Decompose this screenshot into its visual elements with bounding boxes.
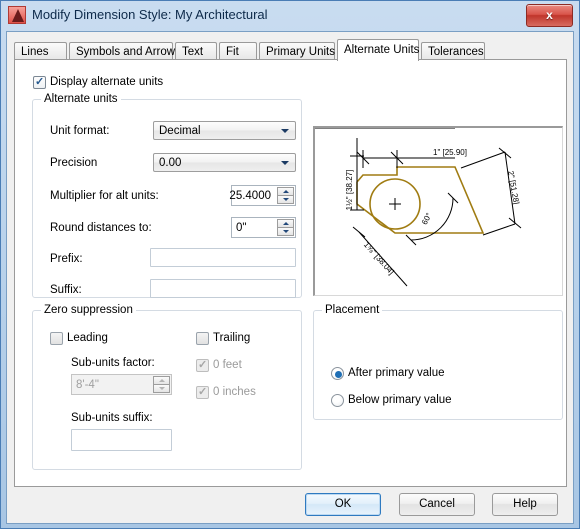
checkbox-label: 0 feet [213,359,242,371]
checkbox-label: Display alternate units [50,76,164,88]
tab-symbols-and-arrows[interactable]: Symbols and Arrows [69,42,181,60]
tab-label: Tolerances [428,46,484,58]
close-button[interactable]: x [526,4,573,27]
multiplier-spinner[interactable]: 25.4000 [229,185,296,206]
unit-format-combo[interactable]: Decimal [153,121,296,140]
dialog-window: Modify Dimension Style: My Architectural… [0,0,580,529]
multiplier-label: Multiplier for alt units: [50,190,159,202]
checkbox-box [50,332,63,345]
spinner-down-icon[interactable] [277,227,294,236]
preview-dim-bottom-left: 1⅝" [38.04] [362,240,396,276]
tab-label: Symbols and Arrows [76,46,181,58]
sub-units-suffix-input[interactable] [71,429,172,451]
ok-button[interactable]: OK [305,493,381,516]
preview-center-mark [389,198,401,210]
checkbox-label: Trailing [213,332,251,344]
prefix-input[interactable] [150,248,296,267]
round-distances-label: Round distances to: [50,222,152,234]
chevron-down-icon [281,129,289,133]
preview-dim-left: 1½" [38.27] [345,170,354,211]
precision-label: Precision [50,157,98,169]
spinner-down-icon [153,384,170,393]
dimension-style-preview: 1½" [38.27] 1" [25.90] 2" [51.28] 1⅝" [3… [313,126,563,296]
radio-label: Below primary value [348,394,452,406]
round-distances-spinner[interactable]: 0" [231,217,296,238]
sub-units-factor-spinner: 8'-4" [71,374,172,395]
zero-suppression-group: Zero suppression Leading Trailing ✓ 0 fe… [32,304,302,470]
multiplier-value: 25.4000 [229,190,271,202]
preview-drawing: 1½" [38.27] 1" [25.90] 2" [51.28] 1⅝" [3… [315,128,522,287]
radio-dot [331,367,344,380]
group-legend: Alternate units [41,93,121,105]
alternate-units-group: Alternate units Unit format: Decimal Pre… [32,93,302,298]
spinner-buttons [277,219,294,236]
precision-combo[interactable]: 0.00 [153,153,296,172]
unit-format-value: Decimal [159,125,201,137]
window-title: Modify Dimension Style: My Architectural [32,7,268,22]
check-icon: ✓ [35,76,45,88]
sub-units-factor-value: 8'-4" [76,379,99,391]
checkbox-label: 0 inches [213,386,256,398]
preview-dim-top: 1" [25.90] [433,148,467,157]
cancel-button[interactable]: Cancel [399,493,475,516]
tab-alternate-units[interactable]: Alternate Units [337,39,419,61]
sub-units-factor-label: Sub-units factor: [71,357,155,369]
round-distances-value: 0" [236,222,247,234]
tab-label: Fit [226,46,239,58]
close-icon: x [546,8,553,22]
placement-group: Placement After primary value Below prim… [313,304,563,420]
suffix-input[interactable] [150,279,296,298]
checkbox-box [196,332,209,345]
spinner-down-icon[interactable] [277,195,294,204]
preview-dim-angle: 60° [420,211,434,226]
precision-value: 0.00 [159,157,182,169]
tab-primary-units[interactable]: Primary Units [259,42,335,60]
tab-tolerances[interactable]: Tolerances [421,42,485,60]
tab-lines[interactable]: Lines [14,42,67,60]
check-icon: ✓ [198,386,208,398]
tab-label: Primary Units [266,46,336,58]
dialog-client-area: Lines Symbols and Arrows Text Fit Primar… [6,31,574,524]
tab-strip: Lines Symbols and Arrows Text Fit Primar… [14,39,567,61]
preview-dim-right: 2" [51.28] [506,170,521,205]
suffix-label: Suffix: [50,284,82,296]
sub-units-suffix-label: Sub-units suffix: [71,412,153,424]
check-icon: ✓ [198,359,208,371]
spinner-buttons [153,376,170,393]
checkbox-label: Leading [67,332,108,344]
tab-label: Lines [21,46,49,58]
prefix-label: Prefix: [50,253,83,265]
alternate-units-panel: ✓ Display alternate units Alternate unit… [14,59,567,487]
radio-dot [331,394,344,407]
tab-label: Text [182,46,204,58]
help-button[interactable]: Help [492,493,558,516]
tab-fit[interactable]: Fit [219,42,257,60]
group-legend: Placement [322,304,383,316]
unit-format-label: Unit format: [50,125,110,137]
spinner-buttons [277,187,294,204]
radio-label: After primary value [348,367,445,379]
tab-label: Alternate Units [344,44,420,56]
tab-text[interactable]: Text [175,42,217,60]
title-bar: Modify Dimension Style: My Architectural… [1,1,579,30]
chevron-down-icon [281,161,289,165]
group-legend: Zero suppression [41,304,136,316]
autocad-logo-icon [8,6,26,24]
